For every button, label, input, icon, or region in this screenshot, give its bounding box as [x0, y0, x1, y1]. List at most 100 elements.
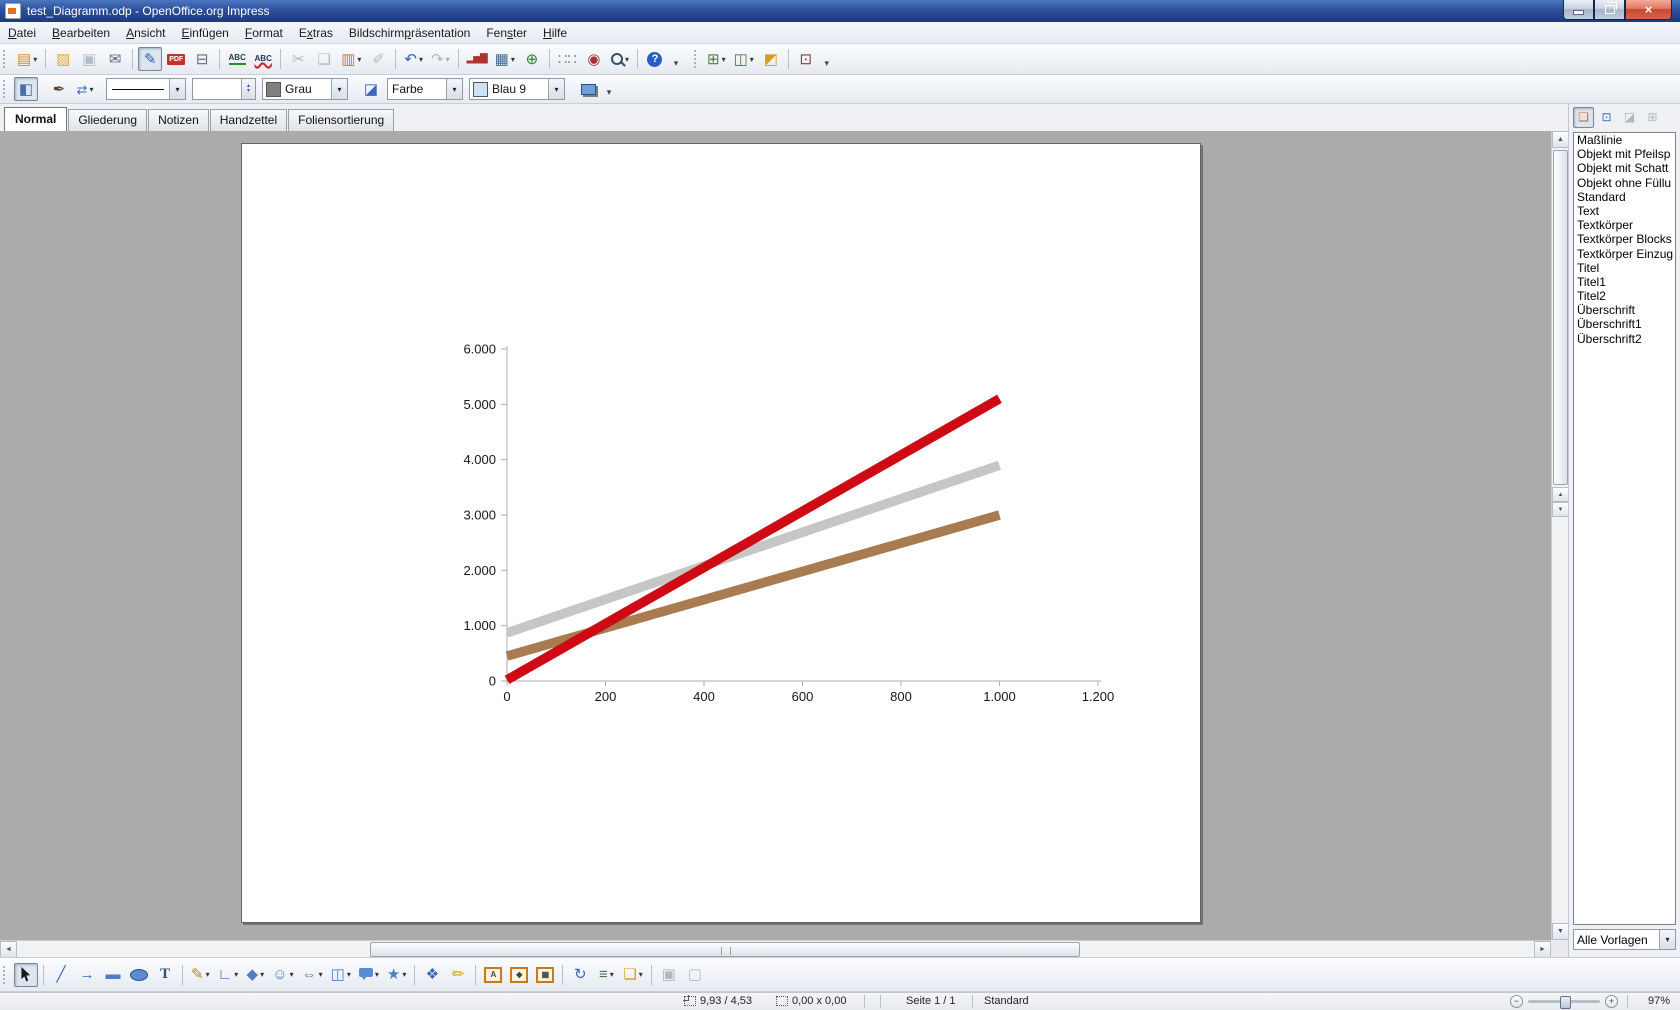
gallery-button[interactable]: ◆: [507, 963, 531, 987]
arrow-style-button[interactable]: ⇄▾: [73, 77, 97, 101]
navigator-button[interactable]: ◉: [582, 47, 606, 71]
zoom-out-button[interactable]: −: [1510, 995, 1523, 1008]
style-item[interactable]: Titel: [1574, 261, 1675, 275]
text-button[interactable]: T: [153, 963, 177, 987]
style-item[interactable]: Objekt mit Schatt: [1574, 161, 1675, 175]
hyperlink-button[interactable]: ⊕: [520, 47, 544, 71]
new-slide-button[interactable]: ⊞▾: [704, 47, 729, 71]
style-item[interactable]: Textkörper: [1574, 218, 1675, 232]
help-button[interactable]: ?: [643, 47, 667, 71]
curve-button[interactable]: ✎▾: [188, 963, 213, 987]
style-item[interactable]: Textkörper Blocks: [1574, 232, 1675, 246]
menu-bildschirmprsentation[interactable]: Bildschirmpräsentation: [341, 24, 478, 42]
line-width-value[interactable]: [193, 79, 241, 99]
fill-dialog-button[interactable]: ◪: [359, 77, 383, 101]
export-pdf-button[interactable]: PDF: [164, 47, 188, 71]
style-item[interactable]: Überschrift: [1574, 303, 1675, 317]
tab-normal[interactable]: Normal: [4, 107, 67, 131]
horizontal-scroll-thumb[interactable]: [370, 942, 1080, 957]
menu-extras[interactable]: Extras: [291, 24, 341, 42]
spellcheck-button[interactable]: ABC: [225, 47, 249, 71]
edit-points-button[interactable]: ❖: [420, 963, 444, 987]
menu-datei[interactable]: Datei: [0, 24, 44, 42]
auto-spellcheck-button[interactable]: ABC: [251, 47, 275, 71]
spinner-arrows-icon[interactable]: ▴▾: [241, 79, 255, 99]
style-item[interactable]: Standard: [1574, 190, 1675, 204]
rectangle-button[interactable]: ▬: [101, 963, 125, 987]
graphic-styles-button[interactable]: ❏: [1573, 107, 1594, 128]
new-document-button[interactable]: ▤▾: [14, 47, 40, 71]
scroll-right-button[interactable]: ►: [1534, 941, 1551, 958]
menu-fenster[interactable]: Fenster: [478, 24, 535, 42]
ellipse-button[interactable]: [127, 963, 151, 987]
tab-gliederung[interactable]: Gliederung: [68, 109, 147, 131]
horizontal-scrollbar[interactable]: ◄ ►: [0, 940, 1551, 957]
zoom-in-button[interactable]: +: [1605, 995, 1618, 1008]
grid-button[interactable]: ∷∷: [555, 47, 580, 71]
callouts-button[interactable]: ▾: [356, 963, 382, 987]
scroll-left-button[interactable]: ◄: [0, 941, 17, 958]
menu-ansicht[interactable]: Ansicht: [118, 24, 173, 42]
style-item[interactable]: Textkörper Einzug: [1574, 247, 1675, 261]
block-arrows-button[interactable]: ⇔▾: [299, 963, 326, 987]
tab-foliensortierung[interactable]: Foliensortierung: [288, 109, 394, 131]
slide[interactable]: 01.0002.0003.0004.0005.0006.000020040060…: [241, 143, 1201, 923]
line-dialog-button[interactable]: ✒: [47, 77, 71, 101]
stars-button[interactable]: ★▾: [384, 963, 409, 987]
style-item[interactable]: Titel2: [1574, 289, 1675, 303]
chart-button[interactable]: ▂▅▇: [464, 47, 490, 71]
vertical-scrollbar[interactable]: ▲ ▲ ▼ ▼: [1551, 131, 1568, 940]
alignment-button[interactable]: ≡▾: [594, 963, 618, 987]
fill-color-select[interactable]: Blau 9 ▾: [469, 78, 565, 100]
fontwork-gallery-button[interactable]: A: [481, 963, 505, 987]
style-item[interactable]: Objekt ohne Füllu: [1574, 176, 1675, 190]
tab-notizen[interactable]: Notizen: [148, 109, 209, 131]
chevron-down-icon[interactable]: ▾: [169, 79, 185, 99]
zoom-percentage[interactable]: 97%: [1648, 995, 1670, 1007]
slide-layout-button[interactable]: ◫▾: [731, 47, 757, 71]
zoom-slider[interactable]: [1528, 1000, 1600, 1003]
style-item[interactable]: Titel1: [1574, 275, 1675, 289]
basic-shapes-button[interactable]: ◆▾: [243, 963, 267, 987]
tab-handzettel[interactable]: Handzettel: [210, 109, 287, 131]
print-button[interactable]: ⊟: [190, 47, 214, 71]
arrow-button[interactable]: →: [75, 963, 99, 987]
style-item[interactable]: Überschrift2: [1574, 332, 1675, 346]
table-button[interactable]: ▦▾: [492, 47, 518, 71]
scroll-down-button[interactable]: ▼: [1552, 923, 1569, 940]
toolbar-more-button-2[interactable]: ▾: [820, 54, 834, 72]
styles-filter-select[interactable]: Alle Vorlagen ▾: [1573, 929, 1676, 950]
connector-button[interactable]: ∟▾: [215, 963, 242, 987]
presentation-styles-button[interactable]: ⊡: [1596, 107, 1617, 128]
toolbar-more-button[interactable]: ▾: [602, 83, 616, 101]
close-button[interactable]: ×: [1625, 0, 1672, 20]
chevron-down-icon[interactable]: ▾: [446, 79, 462, 99]
email-button[interactable]: ✉: [103, 47, 127, 71]
style-item[interactable]: Maßlinie: [1574, 133, 1675, 147]
minimize-button[interactable]: [1563, 0, 1594, 20]
select-button[interactable]: [14, 963, 38, 987]
paste-button[interactable]: ▥▾: [338, 47, 364, 71]
zoom-button[interactable]: ▾: [608, 47, 632, 71]
toolbar-grip[interactable]: [3, 80, 9, 98]
glue-points-button[interactable]: ✏: [446, 963, 470, 987]
line-button[interactable]: ╱: [49, 963, 73, 987]
menu-einfgen[interactable]: Einfügen: [173, 24, 236, 42]
menu-bearbeiten[interactable]: Bearbeiten: [44, 24, 118, 42]
chevron-down-icon[interactable]: ▾: [548, 79, 564, 99]
undo-button[interactable]: ↶▾: [401, 47, 426, 71]
insert-image-button[interactable]: ▦: [533, 963, 557, 987]
toolbar-more-button[interactable]: ▾: [669, 54, 683, 72]
chevron-down-icon[interactable]: ▾: [331, 79, 347, 99]
arrange-button[interactable]: ❏▾: [620, 963, 645, 987]
rotate-button[interactable]: ↻: [568, 963, 592, 987]
fill-type-select[interactable]: Farbe ▾: [387, 78, 463, 100]
line-width-spinner[interactable]: ▴▾: [192, 78, 256, 100]
edit-mode-button[interactable]: ✎: [138, 47, 162, 71]
styles-list[interactable]: MaßlinieObjekt mit PfeilspObjekt mit Sch…: [1573, 132, 1676, 925]
shadow-button[interactable]: [576, 77, 600, 101]
restore-button[interactable]: [1594, 0, 1625, 20]
styles-window-button[interactable]: ◧: [14, 77, 38, 101]
menu-hilfe[interactable]: Hilfe: [535, 24, 575, 42]
scroll-up-button[interactable]: ▲: [1552, 131, 1569, 148]
